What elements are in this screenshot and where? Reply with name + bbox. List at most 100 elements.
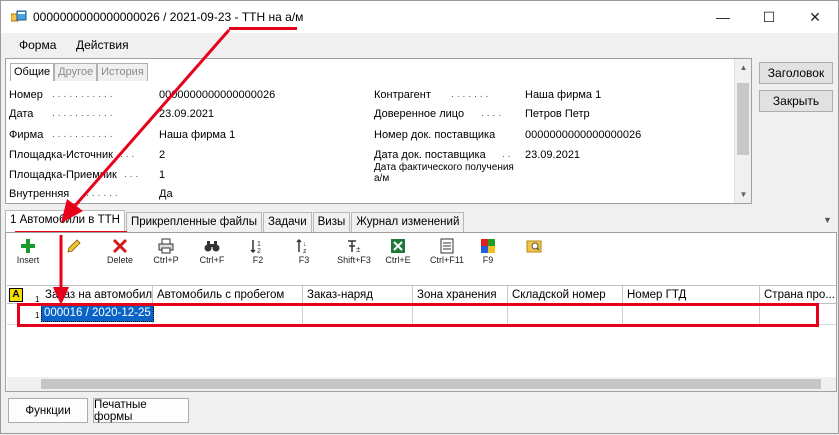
tab-other[interactable]: Другое (54, 63, 98, 81)
field-label: Площадка-Приемник (9, 169, 117, 181)
filter-button[interactable]: ± Shift+F3 (328, 237, 380, 269)
field-leader: ........... (52, 108, 116, 119)
scroll-up-icon[interactable]: ▲ (735, 59, 752, 76)
plus-icon (21, 239, 35, 253)
field-leader: ... (120, 149, 138, 160)
columns-color-button[interactable]: F9 (466, 237, 510, 269)
menu-form[interactable]: Форма (19, 38, 56, 52)
svg-text:±: ± (356, 245, 361, 254)
field-label: Доверенное лицо (374, 108, 465, 120)
tabs-overflow-icon[interactable]: ▼ (823, 215, 832, 225)
tab-attached-files[interactable]: Прикрепленные файлы (125, 212, 263, 232)
minimize-button[interactable]: — (700, 1, 746, 33)
document-button[interactable]: Ctrl+F11 (422, 237, 472, 269)
svg-text:↓: ↓ (303, 241, 307, 248)
export-excel-button[interactable]: Ctrl+E (376, 237, 420, 269)
col-header-warehouse-number[interactable]: Складской номер (508, 286, 623, 304)
maximize-button[interactable]: ☐ (746, 1, 792, 33)
field-value: 2 (159, 149, 166, 161)
field-leader: ........... (52, 89, 116, 100)
field-value: 23.09.2021 (525, 149, 581, 161)
scroll-down-icon[interactable]: ▼ (735, 186, 752, 203)
field-leader: .... (481, 108, 505, 119)
close-form-button[interactable]: Закрыть (759, 90, 833, 112)
window-title: 0000000000000000026 / 2021-09-23 - ТТН н… (33, 10, 304, 24)
sort-icon: 12 (250, 240, 261, 254)
svg-text:2: 2 (257, 248, 261, 254)
field-value: Наша фирма 1 (159, 129, 236, 141)
app-icon (11, 10, 27, 22)
header-button[interactable]: Заголовок (759, 62, 833, 84)
print-button[interactable]: Ctrl+P (144, 237, 188, 269)
sort-asc-button[interactable]: 12 F2 (236, 237, 280, 269)
tab-visas[interactable]: Визы (312, 212, 351, 232)
scroll-thumb[interactable] (737, 83, 749, 155)
printer-icon (158, 238, 174, 254)
tab-history[interactable]: История (97, 63, 148, 81)
col-header-used-car[interactable]: Автомобиль с пробегом (153, 286, 303, 304)
sort-desc-icon: ↓z (296, 238, 307, 254)
binoculars-icon (204, 241, 220, 252)
edit-button[interactable] (52, 237, 96, 269)
col-header-gtd-number[interactable]: Номер ГТД (623, 286, 760, 304)
annotation-underline-title (229, 27, 297, 30)
menu-actions[interactable]: Действия (76, 38, 129, 52)
document-icon (440, 238, 454, 254)
search-folder-icon (526, 240, 542, 253)
tab-general[interactable]: Общие (10, 63, 55, 81)
field-label: Номер док. поставщика (374, 129, 496, 141)
field-leader: ... (124, 169, 142, 180)
field-value: Да (159, 188, 173, 200)
pencil-icon (67, 239, 81, 253)
delete-button[interactable]: Delete (98, 237, 142, 269)
header-panel: Общие Другое История Номер ........... 0… (5, 58, 752, 204)
sort-desc-button[interactable]: ↓ z F3 (282, 237, 326, 269)
search-folder-button[interactable] (512, 237, 556, 269)
field-label: Площадка-Источник (9, 149, 113, 161)
hscroll-thumb[interactable] (41, 379, 821, 389)
field-label: Контрагент (374, 89, 431, 101)
title-bar[interactable]: 0000000000000000026 / 2021-09-23 - ТТН н… (1, 1, 838, 33)
field-label: Номер (9, 89, 43, 101)
annotation-row-highlight (17, 303, 819, 327)
field-label: Дата (9, 108, 34, 120)
header-tabs: Общие Другое История (10, 63, 148, 81)
delete-x-icon (112, 238, 128, 254)
cars-grid: A 1 Заказ на автомобиль Автомобиль с про… (7, 285, 836, 375)
insert-button[interactable]: Insert (6, 237, 50, 269)
field-value: 0000000000000000026 (159, 89, 276, 101)
field-value: 1 (159, 169, 166, 181)
header-scrollbar[interactable]: ▲ ▼ (734, 59, 751, 203)
field-label: Дата фактического получения а/м (374, 162, 514, 184)
field-label: Фирма (9, 129, 44, 141)
find-button[interactable]: Ctrl+F (190, 237, 234, 269)
excel-icon (391, 239, 405, 253)
grid-hscrollbar[interactable] (7, 377, 836, 391)
field-leader: ....... (451, 89, 492, 100)
tab-change-log[interactable]: Журнал изменений (351, 212, 465, 232)
field-label: Дата док. поставщика (374, 149, 486, 161)
col-header-car-order[interactable]: Заказ на автомобиль (41, 286, 153, 304)
field-value: Петров Петр (525, 108, 590, 120)
field-label: Внутренняя (9, 188, 70, 200)
field-value: Наша фирма 1 (525, 89, 602, 101)
grid-corner-button[interactable]: A (9, 288, 23, 302)
print-forms-button[interactable]: Печатные формы (93, 398, 189, 423)
col-header-storage-zone[interactable]: Зона хранения (413, 286, 508, 304)
field-value: 23.09.2021 (159, 108, 215, 120)
document-window: 0000000000000000026 / 2021-09-23 - ТТН н… (0, 0, 839, 434)
functions-button[interactable]: Функции (8, 398, 88, 423)
col-header-country[interactable]: Страна про... (760, 286, 836, 304)
col-header-work-order[interactable]: Заказ-наряд (303, 286, 413, 304)
filter-icon: ± (348, 240, 361, 254)
tab-cars-in-ttn[interactable]: 1 Автомобили в ТТН (5, 210, 125, 232)
svg-text:z: z (303, 248, 307, 254)
close-button[interactable]: ✕ (792, 1, 838, 33)
field-value: 0000000000000000026 (525, 129, 642, 141)
field-leader: ........... (52, 129, 116, 140)
grid-header: A 1 Заказ на автомобиль Автомобиль с про… (7, 286, 836, 304)
field-leader: ...... (86, 188, 121, 199)
field-leader: .. (502, 149, 514, 160)
color-grid-icon (481, 239, 495, 253)
tab-tasks[interactable]: Задачи (263, 212, 312, 232)
